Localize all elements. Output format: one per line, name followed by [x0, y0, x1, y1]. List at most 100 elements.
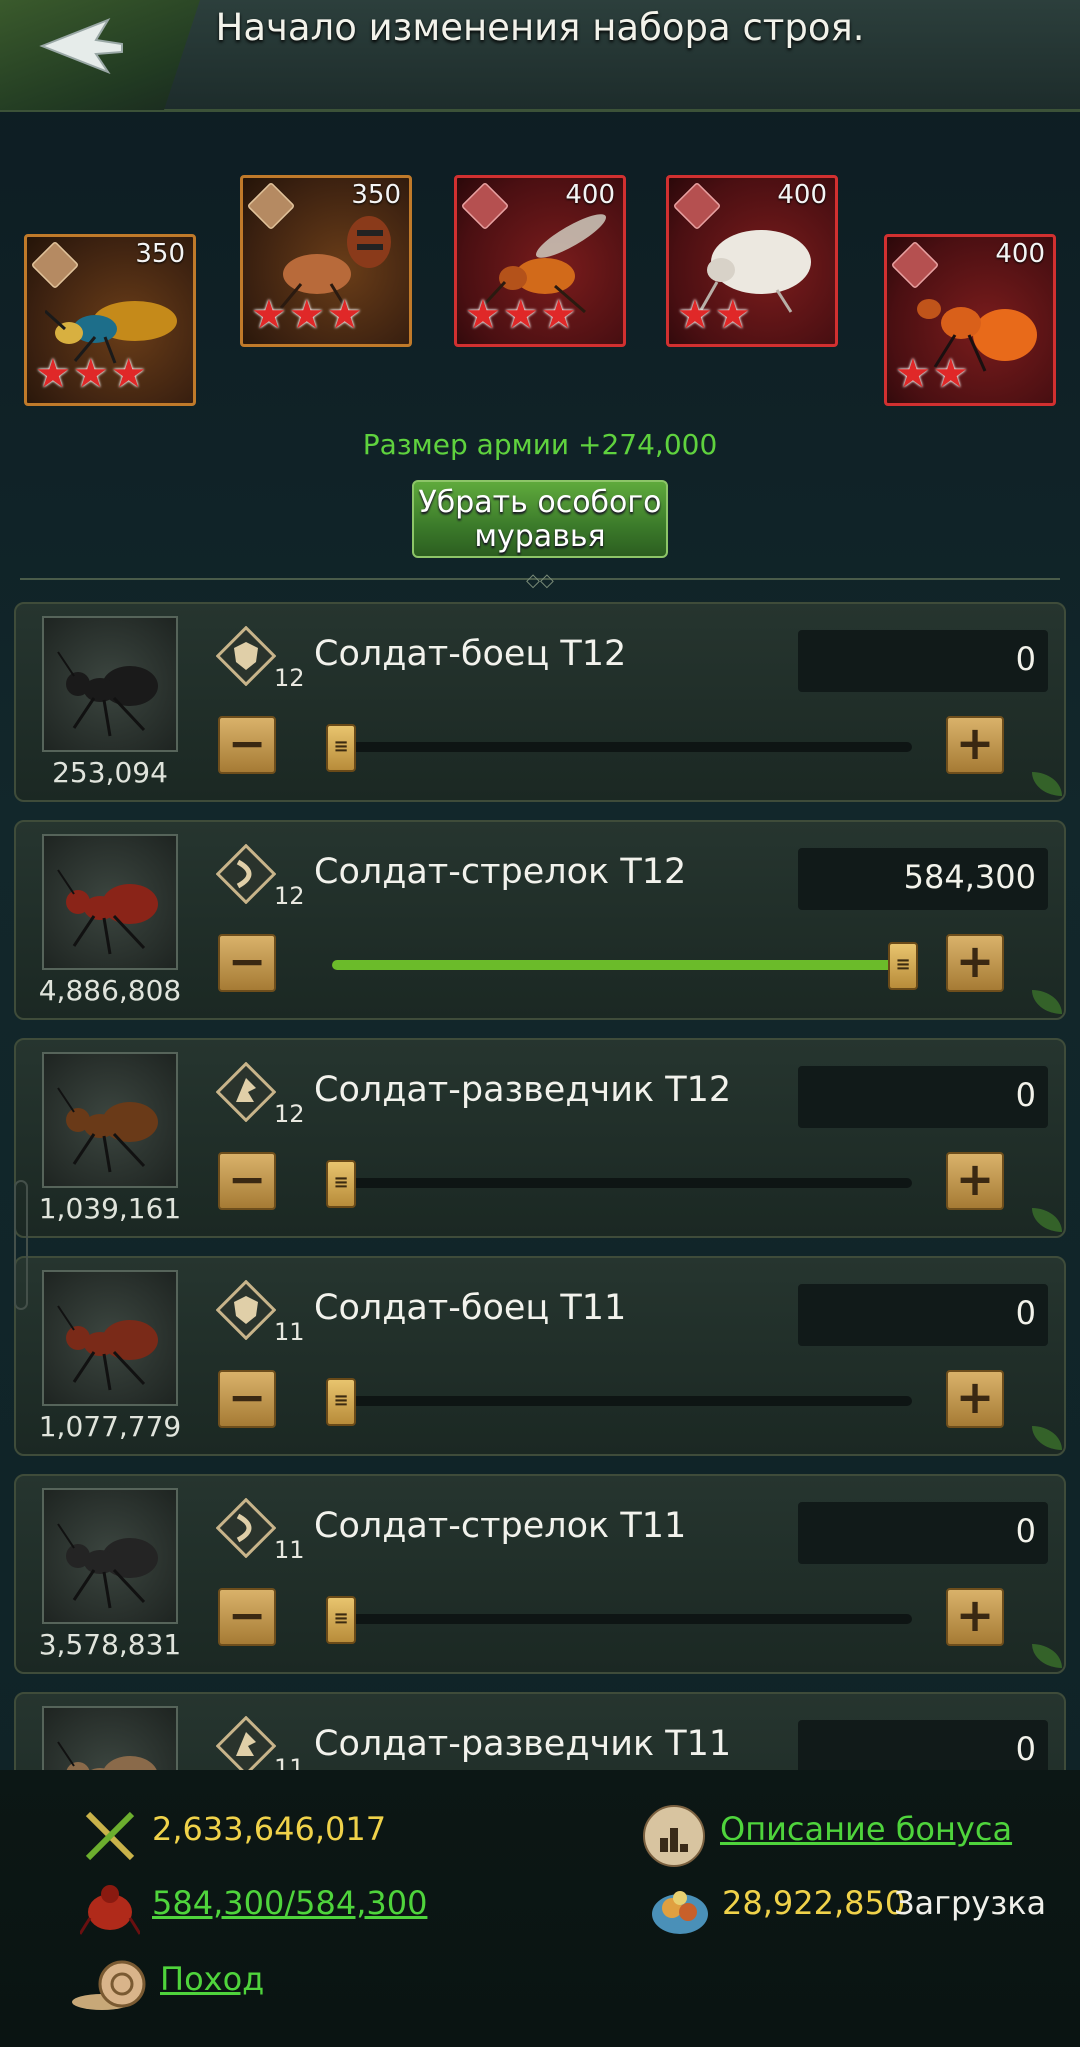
troops-used-link[interactable]: 584,300/584,300: [152, 1884, 427, 1922]
troop-quantity-input[interactable]: 584,300: [798, 848, 1048, 910]
wing-type-icon: [215, 1715, 277, 1777]
troop-quantity-input[interactable]: 0: [798, 630, 1048, 692]
troop-count: 253,094: [52, 756, 168, 789]
special-ant-card-1[interactable]: 350 ★★★: [24, 234, 196, 406]
special-ant-card-4[interactable]: 400 ★★: [666, 175, 838, 347]
load-value: 28,922,850: [722, 1884, 906, 1922]
leaf-ornament-icon: [1032, 772, 1062, 796]
decrease-button[interactable]: −: [218, 1588, 276, 1646]
troop-slider[interactable]: ≡: [326, 1378, 912, 1426]
increase-button[interactable]: +: [946, 716, 1004, 774]
header-bar: Начало изменения набора строя.: [0, 0, 1080, 112]
bow-type-icon: [215, 1497, 277, 1559]
troop-portrait: [42, 1052, 178, 1188]
crossed-swords-icon: [85, 1811, 135, 1861]
troop-quantity-input[interactable]: 0: [798, 1284, 1048, 1346]
troop-portrait: [42, 834, 178, 970]
troop-name: Солдат-стрелок T12: [314, 852, 687, 892]
troop-slider[interactable]: ≡: [326, 724, 912, 772]
load-capacity-icon: [652, 1891, 708, 1934]
troop-slider[interactable]: ≡: [326, 1160, 912, 1208]
troop-slider[interactable]: ≡: [332, 942, 918, 990]
troop-portrait: [42, 1488, 178, 1624]
troop-name: Солдат-разведчик T12: [314, 1070, 732, 1110]
bonus-info-icon[interactable]: [642, 1804, 706, 1868]
troop-count: 4,886,808: [38, 974, 182, 1007]
star-rating: ★★★: [465, 292, 579, 338]
troop-portrait: [42, 1270, 178, 1406]
shield-type-icon: [215, 625, 277, 687]
total-power-value: 2,633,646,017: [152, 1810, 387, 1848]
slider-fill: [332, 960, 912, 970]
leaf-ornament-icon: [1032, 1426, 1062, 1450]
troop-tier: 12: [274, 1100, 305, 1128]
shield-type-icon: [215, 1279, 277, 1341]
increase-button[interactable]: +: [946, 1152, 1004, 1210]
star-rating: ★★: [677, 292, 753, 338]
decrease-button[interactable]: −: [218, 934, 276, 992]
troop-name: Солдат-разведчик T11: [314, 1724, 732, 1764]
decrease-button[interactable]: −: [218, 1370, 276, 1428]
bow-type-icon: [215, 843, 277, 905]
slider-handle[interactable]: ≡: [326, 724, 356, 772]
card-power: 400: [565, 180, 615, 210]
decrease-button[interactable]: −: [218, 716, 276, 774]
load-label: Загрузка: [894, 1884, 1047, 1922]
leaf-ornament-icon: [1032, 990, 1062, 1014]
card-power: 350: [351, 180, 401, 210]
troop-quantity-value: 0: [1015, 1294, 1036, 1332]
special-ant-card-5[interactable]: 400 ★★: [884, 234, 1056, 406]
ant-image: [57, 1523, 158, 1609]
star-rating: ★★★: [251, 292, 365, 338]
ant-image: [57, 869, 158, 955]
troop-count: 1,039,161: [38, 1192, 182, 1225]
troop-tier: 11: [274, 1536, 305, 1564]
troop-quantity-value: 0: [1015, 1730, 1036, 1768]
back-button[interactable]: [0, 0, 200, 110]
troop-slider[interactable]: ≡: [326, 1596, 912, 1644]
ant-image: [57, 651, 158, 737]
troop-tier: 12: [274, 664, 305, 692]
decrease-button[interactable]: −: [218, 1152, 276, 1210]
troop-row: 4,886,808 12 Солдат-стрелок T12 584,300 …: [14, 820, 1066, 1020]
troop-row: 3,578,831 11 Солдат-стрелок T11 0 − ≡ +: [14, 1474, 1066, 1674]
ant-image: [57, 1087, 158, 1173]
march-link[interactable]: Поход: [160, 1960, 264, 1998]
slider-handle[interactable]: ≡: [888, 942, 918, 990]
star-rating: ★★★: [35, 351, 149, 397]
slider-handle[interactable]: ≡: [326, 1596, 356, 1644]
troop-row: 1,039,161 12 Солдат-разведчик T12 0 − ≡ …: [14, 1038, 1066, 1238]
troop-row: 1,077,779 11 Солдат-боец T11 0 − ≡ +: [14, 1256, 1066, 1456]
ant-image: [57, 1305, 158, 1391]
special-ant-card-3[interactable]: 400 ★★★: [454, 175, 626, 347]
troop-name: Солдат-боец T11: [314, 1288, 627, 1328]
scroll-indicator[interactable]: [14, 1180, 28, 1310]
troop-tier: 12: [274, 882, 305, 910]
ant-troops-icon: [80, 1885, 140, 1935]
increase-button[interactable]: +: [946, 1370, 1004, 1428]
bonus-description-link[interactable]: Описание бонуса: [720, 1810, 1012, 1848]
increase-button[interactable]: +: [946, 1588, 1004, 1646]
troop-quantity-input[interactable]: 0: [798, 1066, 1048, 1128]
card-power: 400: [777, 180, 827, 210]
leaf-ornament-icon: [1032, 1644, 1062, 1668]
remove-special-ant-button[interactable]: Убрать особого муравья: [412, 480, 668, 558]
special-ant-card-2[interactable]: 350 ★★★: [240, 175, 412, 347]
troop-row: 253,094 12 Солдат-боец T12 0 − ≡ +: [14, 602, 1066, 802]
increase-button[interactable]: +: [946, 934, 1004, 992]
troop-count: 3,578,831: [38, 1628, 182, 1661]
slider-handle[interactable]: ≡: [326, 1160, 356, 1208]
bottom-panel: 2,633,646,017 584,300/584,300 Поход Опис…: [0, 1770, 1080, 2047]
troop-name: Солдат-боец T12: [314, 634, 627, 674]
troop-quantity-value: 0: [1015, 1076, 1036, 1114]
slider-handle[interactable]: ≡: [326, 1378, 356, 1426]
troop-quantity-value: 584,300: [903, 858, 1036, 896]
page-title: Начало изменения набора строя.: [215, 6, 865, 49]
wing-type-icon: [215, 1061, 277, 1123]
troop-quantity-input[interactable]: 0: [798, 1502, 1048, 1564]
troop-count: 1,077,779: [38, 1410, 182, 1443]
star-rating: ★★: [895, 351, 971, 397]
army-size-label: Размер армии +274,000: [362, 428, 718, 461]
card-power: 350: [135, 239, 185, 269]
troop-quantity-value: 0: [1015, 640, 1036, 678]
